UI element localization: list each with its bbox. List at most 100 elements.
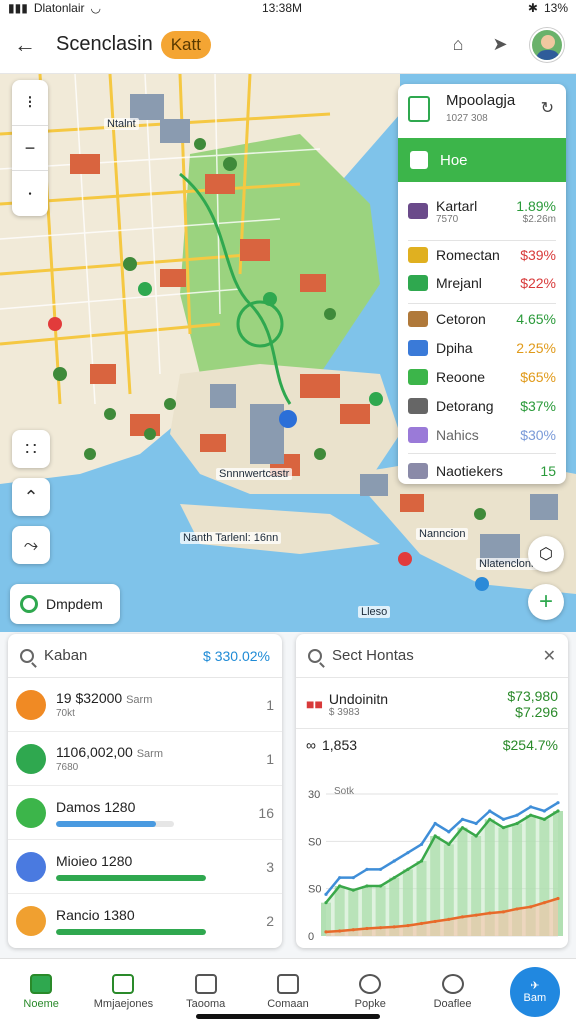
data-point [501, 817, 506, 821]
list-item-title: Mioieo 1280 [56, 852, 133, 869]
map-label: Ntalnt [104, 118, 139, 130]
data-point [488, 817, 492, 821]
stat-sub: $ 3983 [328, 706, 360, 718]
y-tick-label: S0 [308, 836, 321, 848]
y-tick-label: 30 [308, 789, 320, 801]
status-time: 13:38M [262, 1, 303, 15]
header-badge[interactable]: Katt [160, 30, 211, 59]
map-label: Nanncion [416, 528, 469, 540]
navigation-arrow-icon[interactable]: ➤ [488, 33, 512, 57]
pair-icon [408, 275, 428, 291]
layers-icon[interactable]: ∷ [12, 430, 50, 468]
list-item-icon [16, 906, 46, 936]
tab-label: Popke [354, 997, 386, 1010]
progress-fill [56, 874, 206, 881]
search-query: Kaban [44, 647, 88, 664]
tab-action[interactable]: ✈ Bam [494, 959, 576, 1024]
results-search[interactable]: Kaban $ 330.02% [8, 634, 282, 678]
document-icon [408, 96, 430, 122]
legend-tab-active[interactable]: Hoe [398, 138, 566, 182]
map-label: Nanth Tarlenl: 16nn [180, 532, 282, 544]
legend-row[interactable]: Detorang $37% [398, 391, 566, 420]
list-item-icon [16, 743, 46, 774]
y-tick-label: 0 [308, 931, 314, 943]
action-fab[interactable]: ✈ Bam [509, 966, 560, 1017]
list-item[interactable]: Damos 1280 16 [8, 786, 282, 840]
legend-row[interactable]: Cetoron 4.65% [398, 304, 566, 333]
send-icon: ✈ [530, 980, 540, 992]
data-point [419, 859, 424, 863]
wifi-icon: ◡ [90, 1, 101, 15]
compass-icon[interactable]: ⁝ [12, 80, 48, 126]
map-filter-pill[interactable]: Dmpdem [10, 584, 120, 624]
data-point [515, 907, 519, 911]
list-item-icon [16, 797, 46, 828]
heart-icon [441, 973, 464, 994]
home-icon [410, 151, 428, 169]
data-point [488, 911, 492, 915]
data-point [351, 876, 355, 880]
data-point [324, 930, 328, 934]
legend-row-sub: 7570 [436, 213, 459, 225]
battery-label: 13% [543, 1, 568, 15]
data-point [529, 905, 533, 909]
data-point [351, 928, 355, 932]
list-item[interactable]: 1106,002,00 Sarm 7680 1 [8, 732, 282, 786]
legend-panel: Mpoolagja 1027 308 ↻ Hoe Kartarl 7570 1.… [398, 84, 566, 484]
tab-favorites[interactable]: Doaflee [411, 959, 493, 1024]
list-item-title: 19 $32000 [56, 690, 123, 706]
data-point [474, 821, 478, 826]
growth-chart-icon [408, 368, 428, 385]
home-outline-icon[interactable]: ⌂ [446, 33, 470, 57]
legend-row[interactable]: Naotiekers 15 [398, 454, 566, 484]
list-item-suffix: Sarm [126, 694, 153, 706]
people-icon [408, 203, 428, 219]
data-point [556, 896, 560, 901]
list-item-count: 1 [266, 750, 274, 767]
legend-row[interactable]: Kartarl 7570 1.89% $2.26m [398, 182, 566, 240]
progress-bar [56, 874, 206, 881]
tab-map[interactable]: Mmjaejones [82, 959, 164, 1024]
data-point [460, 915, 465, 919]
back-arrow-icon[interactable]: ← [12, 32, 38, 58]
legend-row-value: $22% [520, 275, 556, 291]
legend-row[interactable]: Dpiha 2.25% [398, 333, 566, 362]
legend-row[interactable]: Reoone $65% [398, 362, 566, 391]
list-item[interactable]: 19 $32000 Sarm 70kt 1 [8, 678, 282, 732]
results-card: Kaban $ 330.02% 19 $32000 Sarm 70kt 1 11… [8, 634, 282, 948]
list-item-icon [16, 689, 46, 720]
legend-row[interactable]: Romectan $39% [398, 241, 566, 269]
data-point [406, 867, 410, 871]
list-item[interactable]: Rancio 1380 2 [8, 894, 282, 948]
legend-row[interactable]: Mrejanl $22% [398, 269, 566, 297]
data-point [529, 805, 533, 809]
legend-row-value: $39% [520, 247, 556, 263]
trend-chart: 30 S0 S0 0 Sotk [308, 786, 563, 943]
data-point [338, 884, 342, 888]
progress-fill [56, 929, 206, 935]
map-style-icon[interactable]: ⬡ [528, 536, 564, 572]
tab-home[interactable]: Noeme [0, 959, 82, 1024]
avatar[interactable] [530, 27, 564, 62]
stats-search[interactable]: Sect Hontas ✕ [296, 634, 568, 678]
locate-icon[interactable]: ⤳ [12, 526, 50, 564]
progress-bar [56, 929, 206, 935]
data-point [447, 830, 451, 834]
bar-chart-icon [408, 339, 428, 356]
zoom-out-button[interactable]: − [12, 126, 48, 172]
legend-row[interactable]: Nahics $30% [398, 420, 566, 449]
legend-row-value: $37% [520, 397, 556, 414]
legend-row-value: $30% [520, 426, 556, 443]
stat-row: ■■ Undoinitn $ 3983 $73,980 $7.296 [296, 678, 568, 720]
refresh-icon[interactable]: ↻ [541, 98, 554, 118]
data-point [365, 926, 369, 931]
home-indicator [196, 1014, 380, 1019]
close-icon[interactable]: ✕ [543, 646, 556, 666]
list-item[interactable]: Mioieo 1280 3 [8, 840, 282, 894]
status-dot-icon [20, 595, 38, 613]
data-point [406, 923, 410, 928]
route-icon[interactable]: ⌃ [12, 478, 50, 516]
zoom-reset-icon[interactable]: ⸱ [12, 171, 48, 216]
data-point [501, 826, 506, 830]
add-place-button[interactable]: + [528, 584, 564, 620]
